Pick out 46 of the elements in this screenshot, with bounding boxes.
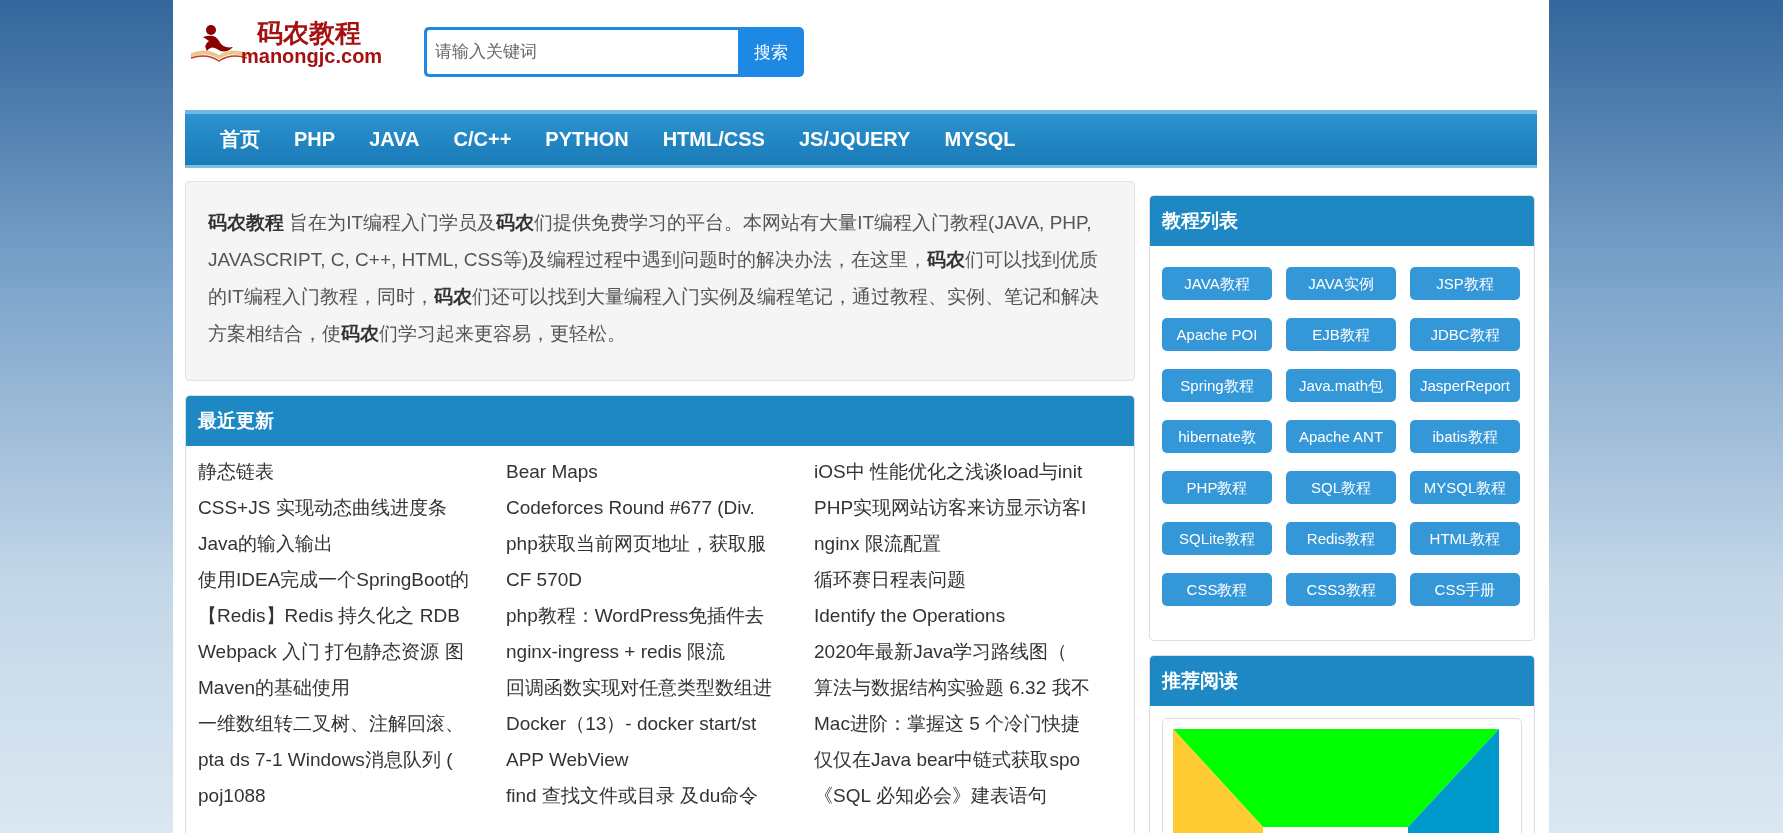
article-link[interactable]: 循环赛日程表问题: [814, 566, 1114, 593]
article-link[interactable]: CF 570D: [506, 566, 814, 593]
nav-link[interactable]: MYSQL: [927, 120, 1033, 159]
article-link[interactable]: 使用IDEA完成一个SpringBoot的: [198, 566, 506, 593]
article-link[interactable]: nginx 限流配置: [814, 530, 1114, 557]
nav-link[interactable]: C/C++: [436, 120, 529, 159]
article-link[interactable]: APP WebView: [506, 746, 814, 773]
search-field[interactable]: 请输入关键词: [424, 27, 739, 77]
panel-title: 教程列表: [1150, 196, 1534, 246]
article-link[interactable]: Docker（13）- docker start/st: [506, 710, 814, 737]
article-link[interactable]: 仅仅在Java bear中链式获取spo: [814, 746, 1114, 773]
article-link[interactable]: 【Redis】Redis 持久化之 RDB: [198, 602, 506, 629]
article-link[interactable]: nginx-ingress + redis 限流: [506, 638, 814, 665]
article-link[interactable]: CSS+JS 实现动态曲线进度条: [198, 494, 506, 521]
article-link[interactable]: Bear Maps: [506, 458, 814, 485]
logo-domain: manongjc.com: [241, 46, 383, 66]
article-link[interactable]: 一维数组转二叉树、注解回滚、: [198, 710, 506, 737]
article-link[interactable]: 2020年最新Java学习路线图（: [814, 638, 1114, 665]
nav-link[interactable]: 首页: [203, 118, 277, 161]
article-link[interactable]: 《SQL 必知必会》建表语句: [814, 782, 1114, 809]
article-link[interactable]: iOS中 性能优化之浅谈load与init: [814, 458, 1114, 485]
article-link[interactable]: Mac进阶：掌握这 5 个冷门快捷: [814, 710, 1114, 737]
nav-link[interactable]: HTML/CSS: [645, 120, 782, 159]
article-link[interactable]: Maven的基础使用: [198, 674, 506, 701]
article-link[interactable]: php获取当前网页地址，获取服: [506, 530, 814, 557]
article-link[interactable]: Identify the Operations: [814, 602, 1114, 629]
nav-link[interactable]: PYTHON: [528, 120, 646, 159]
article-link[interactable]: Codeforces Round #677 (Div.: [506, 494, 814, 521]
nav-link[interactable]: JS/JQUERY: [781, 120, 928, 159]
article-link[interactable]: PHP实现网站访客来访显示访客I: [814, 494, 1114, 521]
article-link[interactable]: 算法与数据结构实验题 6.32 我不: [814, 674, 1114, 701]
article-link[interactable]: 静态链表: [198, 458, 506, 485]
article-link[interactable]: php教程：WordPress免插件去: [506, 602, 814, 629]
search-button[interactable]: 搜索: [738, 27, 805, 77]
nav-link[interactable]: JAVA: [352, 120, 437, 159]
article-link[interactable]: pta ds 7-1 Windows消息队列 (: [198, 746, 506, 773]
panel-title: 最近更新: [186, 396, 1134, 446]
article-link[interactable]: 回调函数实现对任意类型数组进: [506, 674, 814, 701]
article-link[interactable]: poj1088: [198, 782, 506, 809]
logo-title: 码农教程: [257, 20, 362, 46]
nav-link[interactable]: PHP: [277, 120, 353, 159]
panel-title: 推荐阅读: [1150, 656, 1534, 706]
article-link[interactable]: Webpack 入门 打包静态资源 图: [198, 638, 506, 665]
intro-text: 码农教程 旨在为IT编程入门学员及码农们提供免费学习的平台。本网站有大量IT编程入门教程(JAVA, PHP, JAVASCRIPT, C, C++, HTML, CSS等)及编程过程中遇到问题时的解决办法，在这里，码农们可以找到优质的IT编程入门教程，同时，码农们还可以找到大量编程入门实例及编程笔记，通过教程、实例、笔记和解决方案相结合，使码农们学习起来更容易，更轻松。: [185, 181, 1135, 381]
article-link[interactable]: Java的输入输出: [198, 530, 506, 557]
article-link[interactable]: find 查找文件或目录 及du命令: [506, 782, 814, 809]
